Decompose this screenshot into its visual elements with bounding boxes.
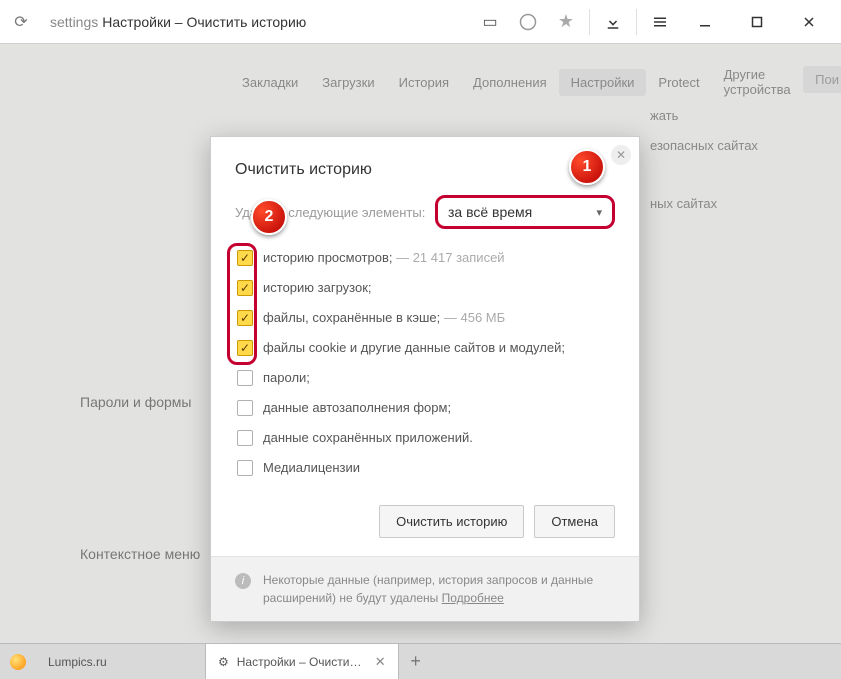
opt-download-history[interactable]: ✓ историю загрузок; [237, 273, 615, 303]
window-close-icon[interactable] [785, 5, 833, 39]
browser-toolbar: ⟳ settings Настройки – Очистить историю … [0, 0, 841, 44]
yandex-shield-icon[interactable] [511, 5, 545, 39]
checkbox-icon[interactable] [237, 460, 253, 476]
reader-icon[interactable]: ▭ [473, 5, 507, 39]
reload-icon[interactable]: ⟳ [8, 9, 34, 35]
address-bar[interactable]: settings Настройки – Очистить историю [40, 8, 467, 36]
clear-button[interactable]: Очистить историю [379, 505, 524, 538]
cancel-button[interactable]: Отмена [534, 505, 615, 538]
info-icon: i [235, 573, 251, 589]
new-tab-button[interactable]: + [399, 644, 433, 679]
tab-lumpics[interactable]: Lumpics.ru [36, 644, 206, 679]
chevron-down-icon: ▾ [596, 206, 602, 219]
time-range-value: за всё время [448, 204, 532, 220]
settings-page: Закладки Загрузки История Дополнения Нас… [0, 44, 841, 643]
opt-media-licenses[interactable]: Медиалицензии [237, 453, 615, 483]
checkbox-icon[interactable] [237, 430, 253, 446]
time-range-select[interactable]: за всё время ▾ [435, 195, 615, 229]
tab-strip: Lumpics.ru ⚙ Настройки – Очистить и ✕ + [0, 643, 841, 679]
tab-settings[interactable]: ⚙ Настройки – Очистить и ✕ [206, 644, 399, 679]
menu-icon[interactable] [643, 5, 677, 39]
opt-browsing-history[interactable]: ✓ историю просмотров; — 21 417 записей [237, 243, 615, 273]
annotation-frame-checks [227, 243, 257, 365]
downloads-icon[interactable] [596, 5, 630, 39]
window-minimize-icon[interactable] [681, 5, 729, 39]
opt-hosted-apps[interactable]: данные сохранённых приложений. [237, 423, 615, 453]
toolbar-separator [636, 9, 637, 35]
bookmark-star-icon[interactable]: ★ [549, 5, 583, 39]
annotation-bubble-1: 1 [569, 149, 605, 185]
dialog-info-strip: i Некоторые данные (например, история за… [211, 556, 639, 621]
opt-passwords[interactable]: пароли; [237, 363, 615, 393]
yandex-home-icon[interactable] [0, 644, 36, 679]
toolbar-separator [589, 9, 590, 35]
learn-more-link[interactable]: Подробнее [442, 591, 504, 605]
checkbox-icon[interactable] [237, 400, 253, 416]
opt-cached-files[interactable]: ✓ файлы, сохранённые в кэше; — 456 МБ [237, 303, 615, 333]
page-title: Настройки – Очистить историю [102, 14, 306, 30]
tab-title: Настройки – Очистить и [237, 655, 367, 669]
clear-options-list: ✓ историю просмотров; — 21 417 записей ✓… [211, 239, 639, 487]
checkbox-icon[interactable] [237, 370, 253, 386]
clear-history-dialog: ✕ Очистить историю Удалить следующие эле… [210, 136, 640, 622]
url-scheme-label: settings [50, 14, 98, 30]
close-tab-icon[interactable]: ✕ [375, 654, 386, 670]
window-maximize-icon[interactable] [733, 5, 781, 39]
info-text: Некоторые данные (например, история запр… [263, 573, 593, 605]
close-icon[interactable]: ✕ [611, 145, 631, 165]
gear-icon: ⚙ [218, 655, 229, 669]
annotation-bubble-2: 2 [251, 199, 287, 235]
tab-title: Lumpics.ru [48, 655, 107, 669]
opt-cookies[interactable]: ✓ файлы cookie и другие данные сайтов и … [237, 333, 615, 363]
opt-autofill[interactable]: данные автозаполнения форм; [237, 393, 615, 423]
